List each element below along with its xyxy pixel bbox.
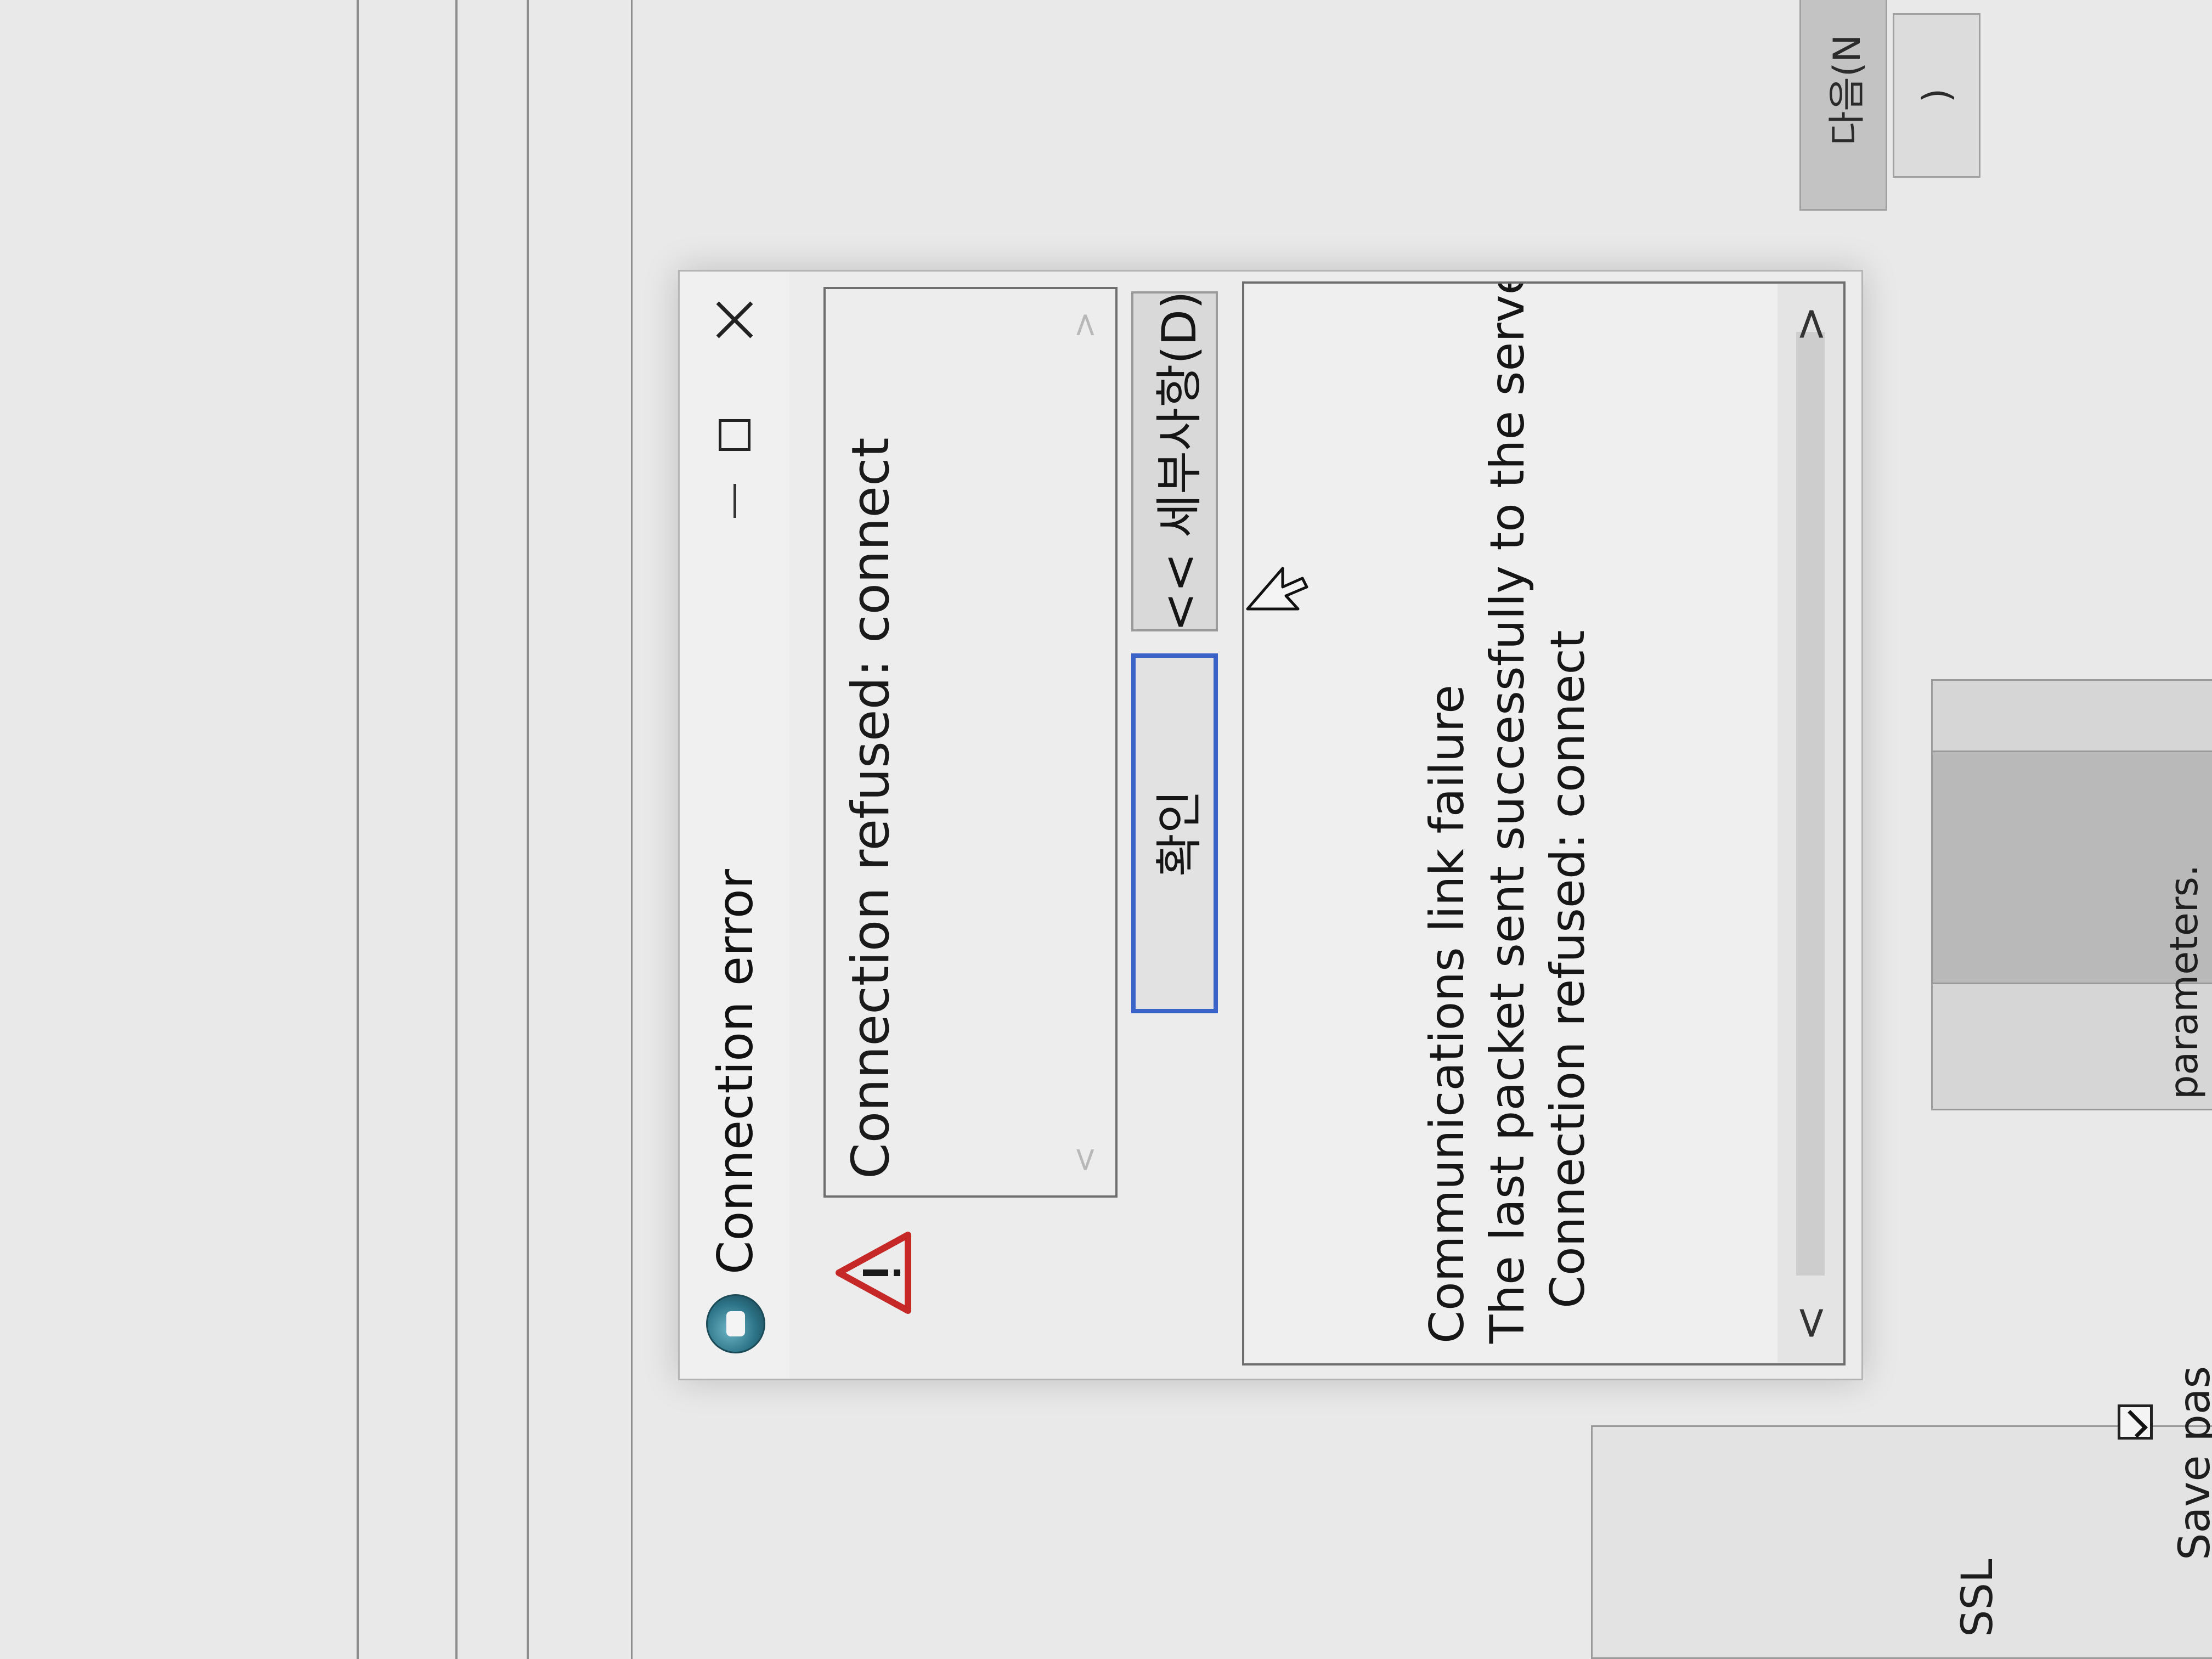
details-line-3: Connection refused: connect xyxy=(1541,630,1595,1308)
message-scroll-right[interactable]: > xyxy=(1065,311,1104,338)
back-button[interactable]: ) xyxy=(1893,13,1980,178)
ssl-label[interactable]: SSL xyxy=(1953,1559,2002,1637)
close-icon-glyph xyxy=(716,301,753,338)
divider xyxy=(527,0,529,1659)
save-password-checkbox[interactable] xyxy=(2118,1404,2153,1440)
connection-error-dialog: Connection error Connection refused: con… xyxy=(678,270,1863,1380)
dialog-title: Connection error xyxy=(707,869,764,1274)
scrollbar-thumb[interactable] xyxy=(1796,332,1825,1276)
ssl-tab-area xyxy=(1591,1425,2212,1659)
scroll-right-icon[interactable]: > xyxy=(1785,306,1836,342)
divider xyxy=(455,0,458,1659)
error-message-box: Connection refused: connect < > xyxy=(823,287,1118,1198)
warning-icon xyxy=(836,1232,911,1314)
parameters-label: parameters. xyxy=(2162,864,2207,1099)
save-password-label: Save pas xyxy=(2170,1365,2212,1560)
ok-button[interactable]: 확인 xyxy=(1131,653,1218,1013)
mouse-cursor-icon xyxy=(1246,567,1308,611)
dialog-titlebar[interactable]: Connection error xyxy=(680,272,789,1379)
divider xyxy=(357,0,359,1659)
details-toggle-button[interactable]: << 세부사항(D) xyxy=(1131,291,1218,632)
details-line-1: Communications link failure xyxy=(1420,684,1475,1344)
message-scroll-left[interactable]: < xyxy=(1065,1146,1104,1173)
next-button[interactable]: 다음(N xyxy=(1799,0,1887,211)
close-icon[interactable] xyxy=(702,281,768,358)
app-logo-icon xyxy=(706,1294,765,1353)
scroll-left-icon[interactable]: < xyxy=(1785,1305,1836,1341)
details-horizontal-scrollbar[interactable]: < > xyxy=(1778,284,1843,1363)
minimize-icon[interactable] xyxy=(702,462,768,539)
details-line-2: The last packet sent successfully to the… xyxy=(1480,281,1535,1344)
screen: SSL Save pas parameters. 다음(N ) Connecti… xyxy=(0,0,2212,1659)
divider xyxy=(631,0,633,1659)
error-message: Connection refused: connect xyxy=(841,437,901,1179)
photo-stage: SSL Save pas parameters. 다음(N ) Connecti… xyxy=(0,0,2212,1659)
error-details-textarea[interactable]: Communications link failure The last pac… xyxy=(1242,281,1846,1365)
maximize-icon[interactable] xyxy=(702,397,768,473)
